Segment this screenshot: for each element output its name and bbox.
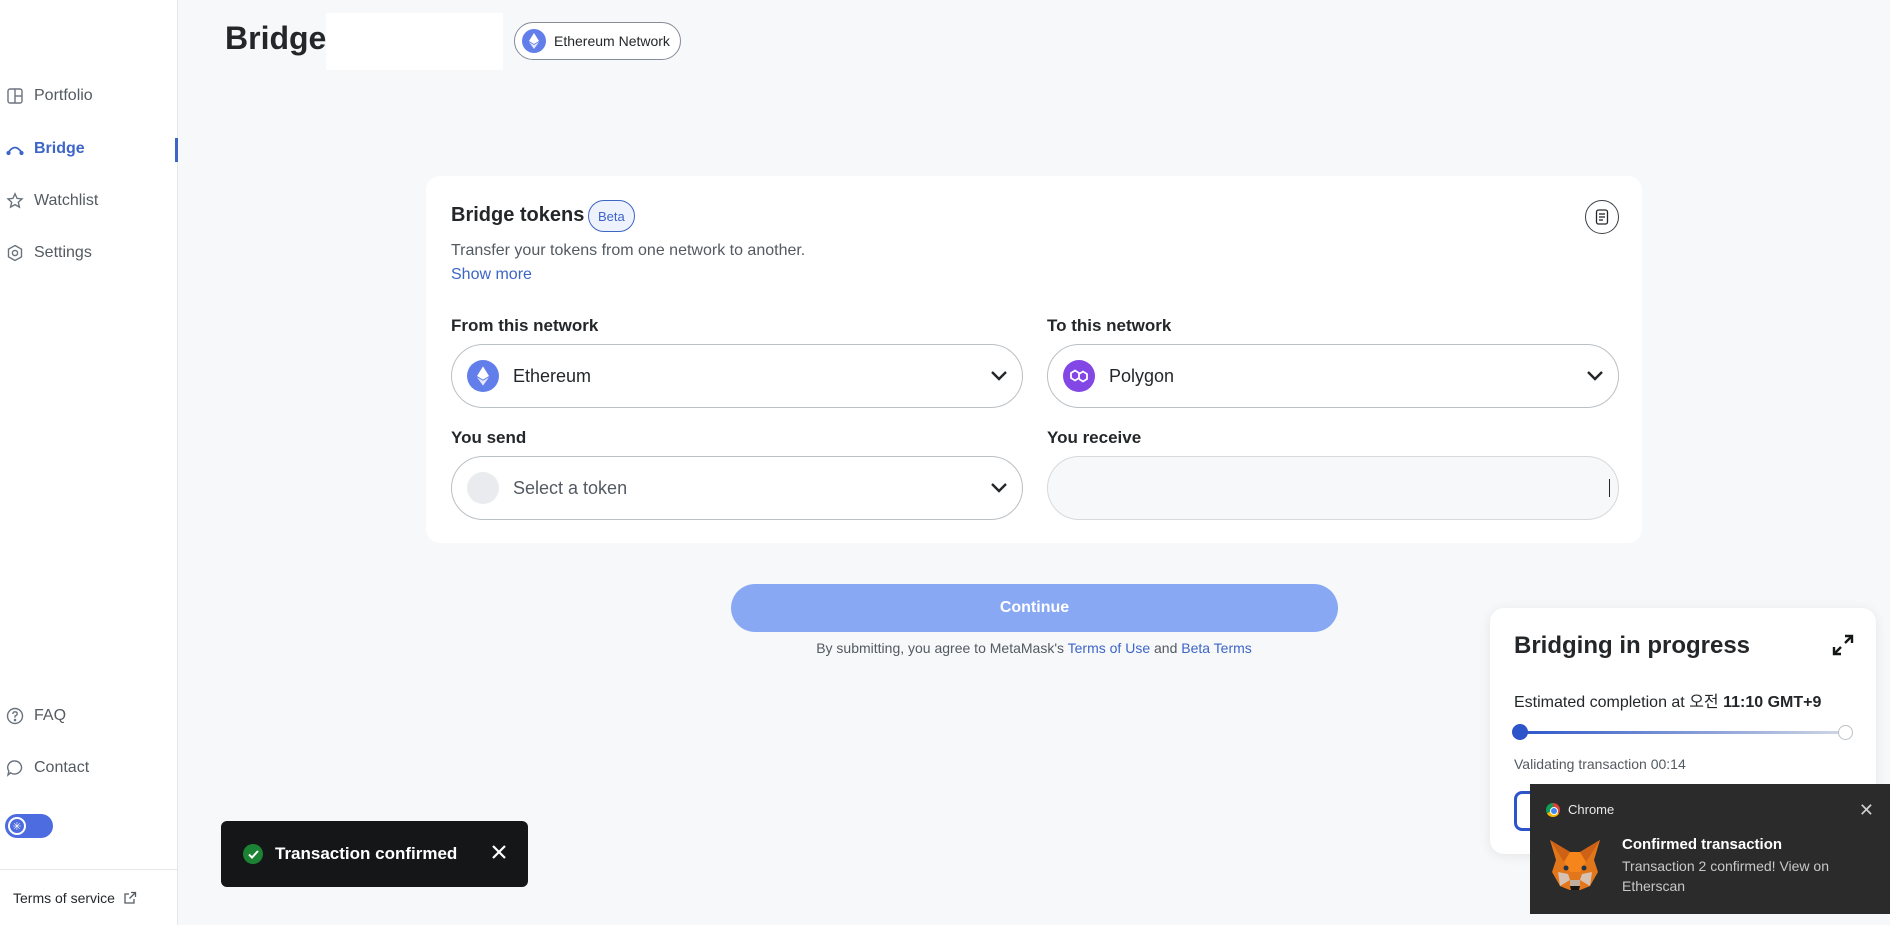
continue-button[interactable]: Continue bbox=[731, 584, 1338, 632]
you-send-label: You send bbox=[451, 428, 527, 447]
network-name: Ethereum Network bbox=[554, 33, 670, 49]
estimate-prefix: Estimated completion at 오전 bbox=[1514, 694, 1719, 711]
sidebar-item-label: Settings bbox=[34, 244, 92, 261]
title-placeholder-area bbox=[326, 13, 503, 70]
beta-badge: Beta bbox=[588, 200, 635, 232]
chrome-icon bbox=[1546, 802, 1560, 817]
progress-track bbox=[1518, 731, 1843, 734]
sidebar-divider bbox=[0, 869, 178, 870]
show-more-link[interactable]: Show more bbox=[451, 266, 532, 284]
page-title: Bridge bbox=[225, 20, 327, 56]
card-title: Bridge tokens bbox=[451, 204, 585, 226]
toast-message: Transaction confirmed bbox=[275, 844, 458, 863]
star-icon bbox=[6, 192, 24, 209]
sidebar-item-label: Portfolio bbox=[34, 87, 93, 104]
estimated-completion: Estimated completion at 오전 11:10 GMT+9 bbox=[1514, 688, 1821, 712]
sidebar-item-bridge[interactable]: Bridge bbox=[6, 140, 85, 158]
external-link-icon bbox=[124, 891, 137, 904]
to-network-value: Polygon bbox=[1109, 365, 1175, 386]
ethereum-icon bbox=[467, 360, 499, 392]
sidebar-item-watchlist[interactable]: Watchlist bbox=[6, 192, 98, 210]
sidebar-item-label: FAQ bbox=[34, 707, 67, 724]
notification-title: Confirmed transaction bbox=[1622, 836, 1783, 853]
sidebar-item-label: Contact bbox=[34, 759, 90, 776]
from-network-label: From this network bbox=[451, 316, 599, 335]
chevron-down-icon bbox=[1587, 371, 1603, 381]
ethereum-icon bbox=[522, 29, 546, 53]
receive-amount-field[interactable] bbox=[1047, 456, 1619, 520]
sidebar-item-portfolio[interactable]: Portfolio bbox=[6, 87, 93, 105]
text-cursor bbox=[1609, 479, 1610, 497]
terms-of-service-link[interactable]: Terms of service bbox=[13, 890, 137, 906]
bridging-status: Validating transaction 00:14 bbox=[1514, 756, 1686, 772]
bridge-card: Bridge tokens Beta Transfer your tokens … bbox=[426, 176, 1642, 543]
sidebar-item-contact[interactable]: Contact bbox=[6, 759, 89, 777]
from-network-select[interactable]: Ethereum bbox=[451, 344, 1023, 408]
sidebar-item-settings[interactable]: Settings bbox=[6, 244, 92, 262]
progress-start-dot bbox=[1512, 724, 1528, 740]
metamask-fox-icon bbox=[1550, 840, 1600, 890]
help-icon bbox=[6, 707, 24, 725]
sidebar: Portfolio Bridge Watchlist Settings FAQ … bbox=[0, 0, 178, 925]
close-icon[interactable]: ✕ bbox=[1859, 800, 1874, 821]
portfolio-icon bbox=[7, 88, 23, 104]
send-token-select[interactable]: Select a token bbox=[451, 456, 1023, 520]
terms-of-use-link[interactable]: Terms of Use bbox=[1068, 640, 1150, 656]
chat-icon bbox=[6, 760, 23, 777]
to-network-select[interactable]: Polygon bbox=[1047, 344, 1619, 408]
chevron-down-icon bbox=[991, 483, 1007, 493]
beta-terms-link[interactable]: Beta Terms bbox=[1181, 640, 1252, 656]
send-token-placeholder: Select a token bbox=[513, 477, 628, 498]
sidebar-item-label: Bridge bbox=[34, 140, 85, 157]
expand-icon[interactable] bbox=[1832, 634, 1854, 661]
gear-icon bbox=[7, 244, 23, 262]
from-network-value: Ethereum bbox=[513, 365, 592, 386]
network-selector[interactable]: Ethereum Network bbox=[514, 22, 681, 60]
chrome-notification[interactable]: Chrome ✕ Confirmed transaction Transacti… bbox=[1530, 784, 1890, 914]
estimate-time: 11:10 GMT+9 bbox=[1723, 694, 1822, 711]
activity-history-button[interactable] bbox=[1585, 200, 1619, 234]
notification-app-name: Chrome bbox=[1568, 802, 1615, 817]
agreement-and: and bbox=[1154, 640, 1178, 656]
close-icon[interactable] bbox=[492, 844, 506, 864]
chevron-down-icon bbox=[991, 371, 1007, 381]
terms-label: Terms of service bbox=[13, 890, 115, 906]
bridge-icon bbox=[6, 146, 24, 156]
sidebar-item-label: Watchlist bbox=[34, 192, 99, 209]
to-network-label: To this network bbox=[1047, 316, 1172, 335]
token-placeholder-icon bbox=[467, 472, 499, 504]
bridging-title: Bridging in progress bbox=[1514, 632, 1751, 659]
you-receive-label: You receive bbox=[1047, 428, 1142, 447]
sidebar-item-faq[interactable]: FAQ bbox=[6, 707, 66, 725]
notification-app: Chrome bbox=[1546, 802, 1614, 817]
notification-body: Transaction 2 confirmed! View on Ethersc… bbox=[1622, 858, 1829, 894]
theme-toggle[interactable]: ✳ bbox=[5, 814, 53, 838]
active-indicator bbox=[175, 138, 178, 162]
transaction-toast: Transaction confirmed bbox=[221, 821, 528, 887]
agreement-prefix: By submitting, you agree to MetaMask's bbox=[816, 640, 1064, 656]
card-description: Transfer your tokens from one network to… bbox=[451, 242, 806, 259]
check-icon bbox=[243, 844, 263, 864]
sun-icon: ✳ bbox=[8, 817, 26, 835]
progress-end-dot bbox=[1838, 725, 1853, 740]
polygon-icon bbox=[1063, 360, 1095, 392]
receipt-icon bbox=[1595, 209, 1609, 225]
